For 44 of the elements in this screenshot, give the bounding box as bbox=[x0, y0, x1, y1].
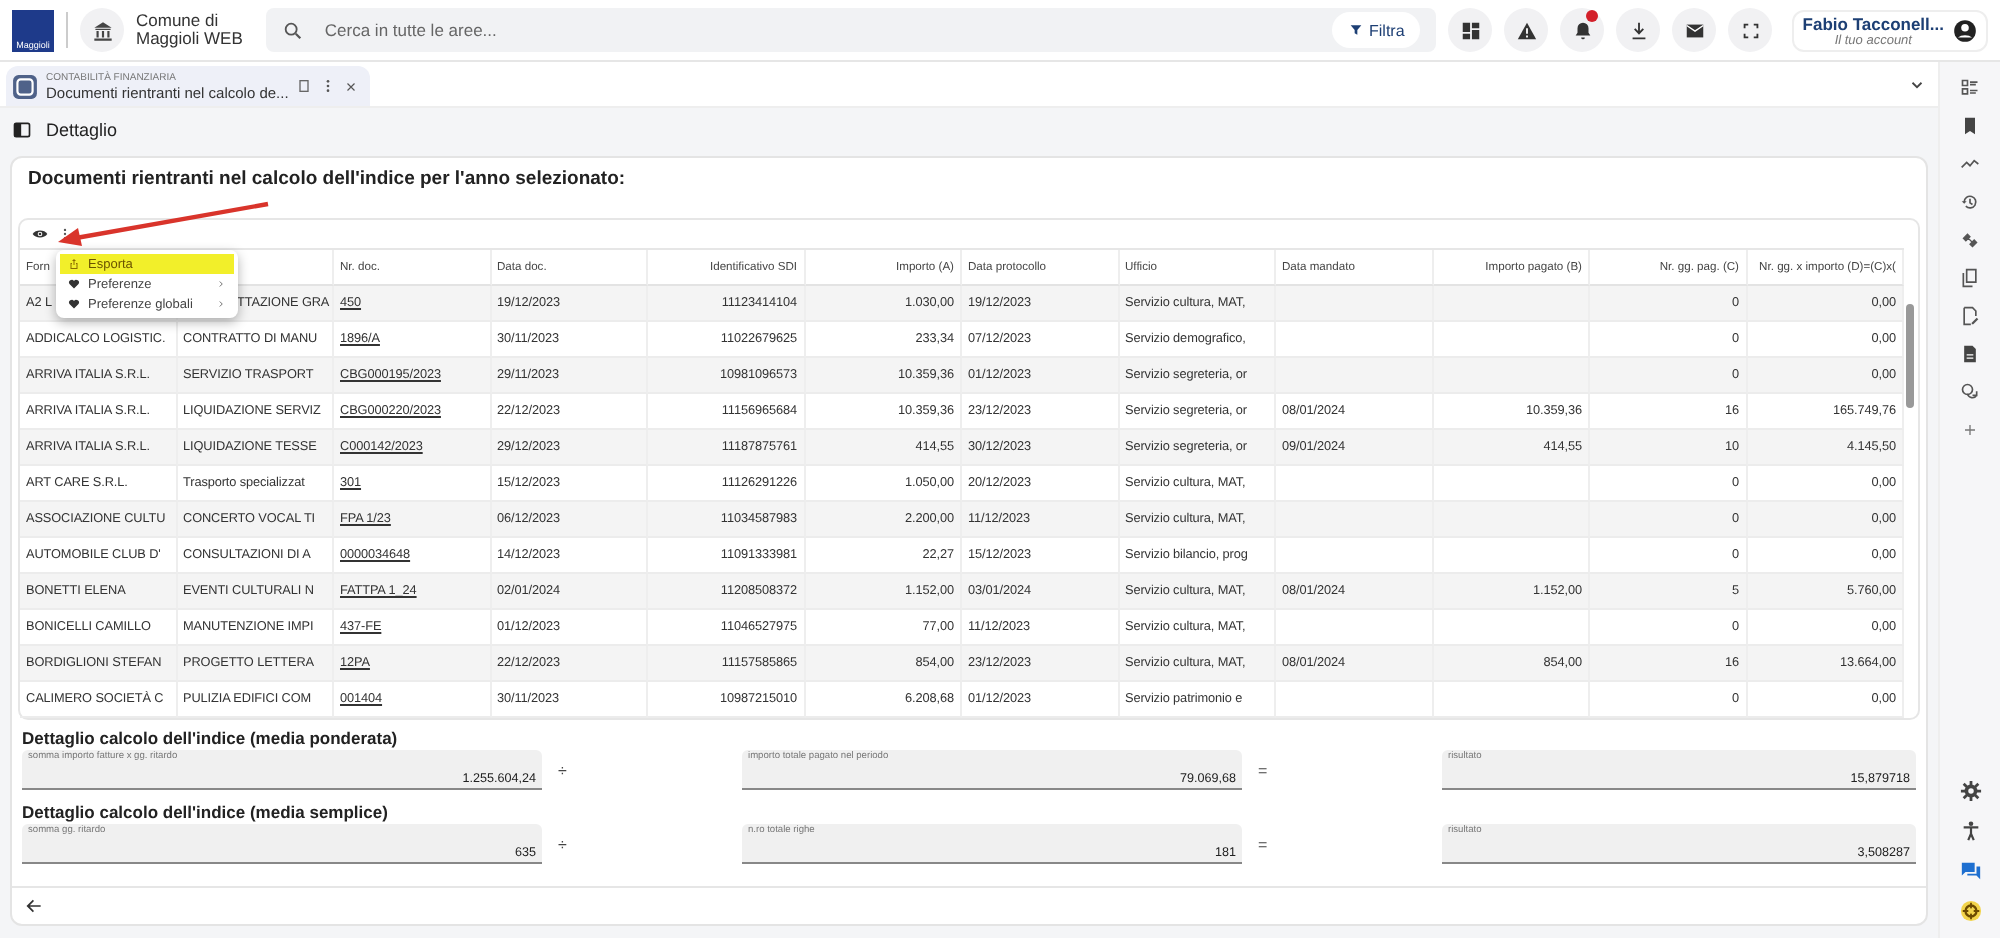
accessibility-icon[interactable] bbox=[1959, 820, 1981, 842]
panel-icon[interactable] bbox=[12, 120, 32, 140]
history-icon[interactable] bbox=[1960, 192, 1980, 212]
support-icon[interactable] bbox=[1959, 900, 1981, 922]
search-icon bbox=[282, 19, 305, 41]
visibility-icon[interactable] bbox=[32, 226, 48, 242]
organization-name: Comune di Maggioli WEB bbox=[136, 12, 243, 48]
checklist-icon[interactable] bbox=[1960, 78, 1980, 98]
module-icon bbox=[12, 73, 38, 99]
notifications-button[interactable] bbox=[1560, 8, 1605, 52]
invoice-icon[interactable] bbox=[1960, 344, 1980, 364]
divide-sign: ÷ bbox=[556, 835, 569, 853]
user-name[interactable]: Fabio Tacconell... bbox=[1802, 13, 1944, 33]
chevron-down-icon[interactable] bbox=[1908, 76, 1926, 94]
section-heading: Dettaglio calcolo dell'indice (media ponderata) bbox=[22, 728, 400, 748]
divide-sign: ÷ bbox=[556, 761, 569, 779]
account-icon[interactable] bbox=[1952, 17, 1978, 43]
bank-icon bbox=[80, 8, 124, 52]
close-icon[interactable] bbox=[344, 79, 359, 93]
edit-document-icon[interactable] bbox=[1960, 306, 1980, 326]
export-icon bbox=[68, 258, 80, 270]
filter-button[interactable]: Filtra bbox=[1331, 12, 1421, 48]
filter-icon bbox=[1347, 22, 1364, 38]
equals-sign: = bbox=[1256, 761, 1270, 779]
notification-badge bbox=[1586, 10, 1599, 22]
section-title: Dettaglio bbox=[46, 120, 118, 140]
section-heading: Dettaglio calcolo dell'indice (media semplice) bbox=[22, 802, 390, 822]
warning-icon[interactable] bbox=[1504, 8, 1549, 52]
copy-icon[interactable] bbox=[1960, 268, 1980, 288]
bell-icon bbox=[1571, 19, 1594, 41]
card-title: Documenti rientranti nel calcolo dell'indice per l'anno selezionato: bbox=[26, 166, 628, 194]
bookmarks-icon[interactable] bbox=[1960, 116, 1980, 136]
dashboard-icon[interactable] bbox=[1448, 8, 1493, 52]
equals-sign: = bbox=[1256, 835, 1270, 853]
scrollbar-thumb[interactable] bbox=[1906, 304, 1914, 408]
back-arrow-icon[interactable] bbox=[24, 896, 44, 916]
fullscreen-icon[interactable] bbox=[1728, 8, 1773, 52]
trend-line-icon[interactable] bbox=[1960, 154, 1980, 174]
search-field[interactable]: Cerca in tutte le aree... Filtra bbox=[266, 8, 1437, 52]
mail-icon[interactable] bbox=[1672, 8, 1717, 52]
add-icon[interactable] bbox=[1960, 420, 1980, 440]
chat-icon[interactable] bbox=[1959, 860, 1981, 882]
settings-icon[interactable] bbox=[1959, 780, 1981, 802]
download-icon[interactable] bbox=[1616, 8, 1661, 52]
